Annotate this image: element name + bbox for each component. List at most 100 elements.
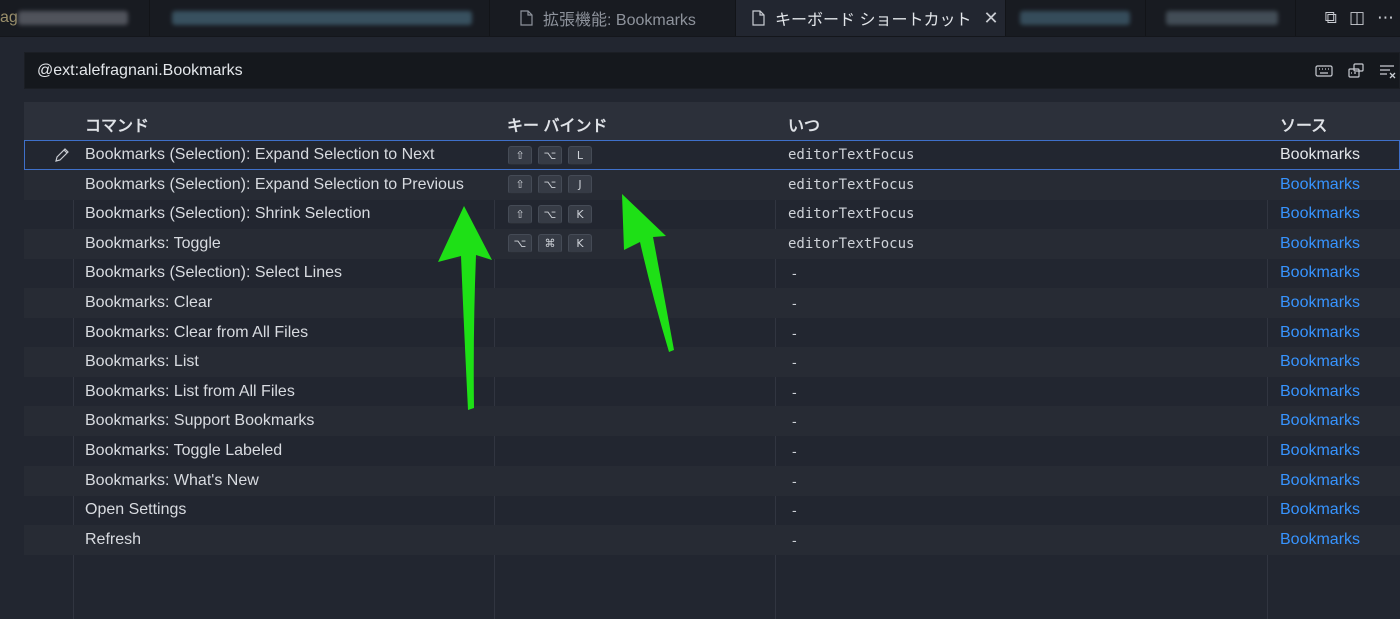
table-row[interactable]: Bookmarks (Selection): Shrink Selection ⇧…	[24, 199, 1400, 229]
when-cell: -	[792, 354, 797, 371]
sort-by-precedence-icon[interactable]	[1347, 62, 1365, 79]
column-header-when[interactable]: いつ	[788, 112, 820, 136]
table-row[interactable]: Open Settings - Bookmarks	[24, 495, 1400, 525]
key-cap: ⌘	[538, 234, 562, 254]
keybinding-cell: ⌥ ⌘ K	[508, 234, 592, 254]
table-row[interactable]: Bookmarks: Toggle Labeled - Bookmarks	[24, 436, 1400, 466]
column-header-command[interactable]: コマンド	[85, 112, 149, 136]
tab-blurred-4[interactable]	[1146, 0, 1296, 36]
key-cap: ⌥	[508, 234, 532, 254]
when-cell: editorTextFocus	[788, 206, 915, 223]
when-cell: -	[792, 324, 797, 341]
keybinding-cell: ⇧ ⌥ L	[508, 145, 592, 165]
file-icon	[520, 10, 533, 26]
command-cell: Bookmarks: Toggle	[85, 234, 221, 252]
source-link[interactable]: Bookmarks	[1280, 288, 1360, 318]
command-cell: Bookmarks (Selection): Shrink Selection	[85, 205, 371, 223]
editor-actions: ⧉ ◫ ⋯	[1325, 0, 1400, 36]
table-row[interactable]: Bookmarks: List - Bookmarks	[24, 347, 1400, 378]
clear-filter-icon[interactable]	[1379, 63, 1397, 79]
tab-label: キーボード ショートカット	[775, 12, 972, 29]
source-link[interactable]: Bookmarks	[1280, 377, 1360, 407]
blurred-content	[1166, 11, 1278, 25]
table-header: コマンド キー バインド いつ ソース	[24, 102, 1400, 140]
table-row[interactable]: Bookmarks: Clear - Bookmarks	[24, 288, 1400, 318]
when-cell: editorTextFocus	[788, 147, 915, 163]
key-cap: K	[568, 204, 592, 224]
source-link[interactable]: Bookmarks	[1280, 229, 1360, 259]
when-cell: editorTextFocus	[788, 176, 915, 193]
open-file-icon[interactable]: ◫	[1349, 8, 1365, 28]
search-input[interactable]	[37, 53, 1237, 88]
command-cell: Bookmarks (Selection): Expand Selection …	[85, 175, 464, 193]
command-cell: Bookmarks (Selection): Expand Selection …	[85, 146, 435, 163]
when-cell: -	[792, 531, 797, 548]
source-link[interactable]: Bookmarks	[1280, 436, 1360, 466]
source-link[interactable]: Bookmarks	[1280, 466, 1360, 496]
edit-keybinding-icon[interactable]	[54, 147, 70, 163]
search-actions	[1315, 53, 1399, 88]
blurred-content	[172, 11, 472, 25]
tab-blurred-1[interactable]: ag	[0, 0, 150, 36]
when-cell: -	[792, 413, 797, 430]
tab-blurred-3[interactable]	[1006, 0, 1146, 36]
source-link[interactable]: Bookmarks	[1280, 199, 1360, 229]
when-cell: -	[792, 383, 797, 400]
key-cap: ⇧	[508, 204, 532, 224]
table-row[interactable]: Bookmarks: Clear from All Files - Bookmark…	[24, 318, 1400, 348]
when-cell: -	[792, 502, 797, 519]
annotation-arrow-up	[622, 194, 674, 352]
command-cell: Refresh	[85, 530, 142, 548]
table-row[interactable]: Bookmarks (Selection): Expand Selection …	[24, 140, 1400, 170]
when-cell: -	[792, 295, 797, 311]
tab-keyboard-shortcuts[interactable]: キーボード ショートカット ✕	[736, 0, 1006, 36]
source-link[interactable]: Bookmarks	[1280, 525, 1360, 555]
source-link[interactable]: Bookmarks	[1280, 347, 1360, 377]
command-cell: Bookmarks: List	[85, 353, 199, 371]
source-link[interactable]: Bookmarks	[1280, 318, 1360, 348]
record-keys-icon[interactable]	[1315, 64, 1333, 78]
table-row[interactable]: Bookmarks: Toggle ⌥ ⌘ KeditorTextFocus Bookm…	[24, 228, 1400, 259]
blurred-content	[18, 11, 128, 25]
key-cap: ⌥	[538, 204, 562, 224]
table-row[interactable]: Bookmarks (Selection): Expand Selection …	[24, 169, 1400, 200]
blurred-content	[1020, 11, 1130, 25]
command-cell: Bookmarks: Clear	[85, 294, 213, 311]
tab-extension-bookmarks[interactable]: 拡張機能: Bookmarks	[490, 0, 736, 36]
command-cell: Bookmarks: List from All Files	[85, 382, 295, 400]
source-link: Bookmarks	[1280, 146, 1361, 163]
command-cell: Bookmarks: Toggle Labeled	[85, 442, 283, 459]
more-icon[interactable]: ⋯	[1377, 8, 1394, 28]
command-cell: Bookmarks: Support Bookmarks	[85, 412, 315, 430]
when-cell: editorTextFocus	[788, 235, 915, 252]
annotation-arrow-up	[438, 206, 492, 410]
key-cap: ⇧	[508, 175, 532, 195]
command-cell: Bookmarks (Selection): Select Lines	[85, 264, 342, 282]
table-row[interactable]: Bookmarks (Selection): Select Lines - Book…	[24, 258, 1400, 288]
column-header-keybinding[interactable]: キー バインド	[507, 112, 607, 136]
command-cell: Bookmarks: What's New	[85, 471, 259, 489]
source-link[interactable]: Bookmarks	[1280, 258, 1360, 288]
source-link[interactable]: Bookmarks	[1280, 170, 1360, 200]
tab-blurred-2[interactable]	[150, 0, 490, 36]
source-link[interactable]: Bookmarks	[1280, 495, 1360, 525]
table-row[interactable]: Bookmarks: List from All Files - Bookmarks	[24, 377, 1400, 407]
keybinding-cell: ⇧ ⌥ K	[508, 204, 592, 224]
table-row[interactable]: Bookmarks: What's New - Bookmarks	[24, 465, 1400, 496]
when-cell: -	[792, 265, 797, 282]
key-cap: ⌥	[538, 175, 562, 195]
keybindings-search-box	[24, 52, 1400, 89]
file-icon	[752, 10, 765, 26]
key-cap: L	[568, 145, 592, 165]
editor-tab-bar: ag 拡張機能: Bookmarks キーボード ショートカット ✕ ⧉ ◫ ⋯	[0, 0, 1400, 37]
tab-label: 拡張機能: Bookmarks	[543, 12, 696, 29]
keybinding-cell: ⇧ ⌥ J	[508, 175, 592, 195]
when-cell: -	[792, 443, 797, 459]
source-link[interactable]: Bookmarks	[1280, 406, 1360, 436]
close-icon[interactable]: ✕	[983, 8, 998, 29]
table-row[interactable]: Bookmarks: Support Bookmarks - Bookmarks	[24, 406, 1400, 437]
key-cap: J	[568, 175, 592, 195]
column-header-source[interactable]: ソース	[1280, 112, 1327, 136]
split-editor-icon[interactable]: ⧉	[1325, 8, 1337, 28]
table-row[interactable]: Refresh - Bookmarks	[24, 524, 1400, 555]
